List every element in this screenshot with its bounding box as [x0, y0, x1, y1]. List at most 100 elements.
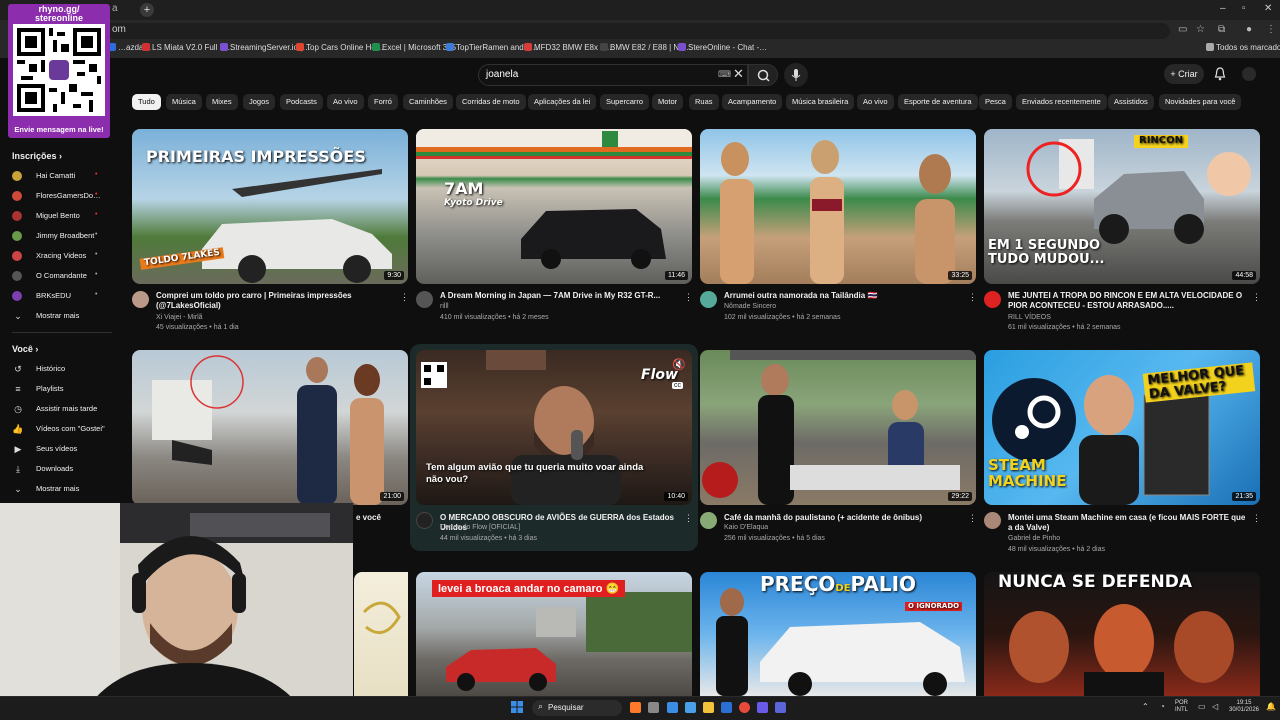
video-title[interactable]: A Dream Morning in Japan — 7AM Drive in …	[440, 291, 680, 301]
wifi-icon[interactable]: ◔	[1160, 703, 1165, 711]
video-thumbnail[interactable]: 21:00	[132, 350, 408, 505]
video-thumbnail[interactable]: NUNCA SE DEFENDA	[984, 572, 1260, 696]
search-box[interactable]	[478, 64, 748, 86]
tab-title-fragment[interactable]: a	[112, 3, 118, 14]
video-title[interactable]: Comprei um toldo pro carro | Primeiras i…	[156, 291, 396, 311]
chip[interactable]: Enviados recentemente	[1016, 94, 1107, 110]
search-input[interactable]: joanela	[486, 69, 518, 80]
chip[interactable]: Assistidos	[1108, 94, 1154, 110]
video-title[interactable]: Montei uma Steam Machine em casa (e fico…	[1008, 513, 1248, 533]
profile-icon[interactable]: ●	[1246, 24, 1252, 35]
video-thumbnail[interactable]: PREÇODEPALIO O IGNORADO	[700, 572, 976, 696]
chip[interactable]: Novidades para você	[1159, 94, 1242, 110]
you-heading[interactable]: Você ›	[12, 344, 38, 354]
clear-search-icon[interactable]: ✕	[733, 66, 744, 82]
video-thumbnail[interactable]: 7AM Kyoto Drive 11:46	[416, 129, 692, 284]
store-icon[interactable]	[721, 702, 732, 713]
keyboard-icon[interactable]: ⌨	[718, 69, 731, 80]
close-window-button[interactable]: ✕	[1264, 3, 1272, 14]
chip[interactable]: Aplicações da lei	[528, 94, 597, 110]
chip[interactable]: Pesca	[979, 94, 1012, 110]
widget-icon[interactable]	[630, 702, 641, 713]
star-icon[interactable]: ☆	[1196, 24, 1205, 35]
chip[interactable]: Supercarro	[600, 94, 650, 110]
chip[interactable]: Ao vivo	[857, 94, 894, 110]
chip[interactable]: Música brasileira	[786, 94, 855, 110]
channel-avatar[interactable]	[700, 291, 717, 308]
discord-icon[interactable]	[757, 702, 768, 713]
cast-icon[interactable]: ▭	[1178, 24, 1187, 35]
create-button[interactable]: + Criar	[1164, 64, 1204, 84]
app-icon[interactable]	[775, 702, 786, 713]
video-thumbnail[interactable]: RINCON EM 1 SEGUNDO TUDO MUDOU... 44:58	[984, 129, 1260, 284]
channel-avatar[interactable]	[984, 512, 1001, 529]
new-tab-button[interactable]: +	[140, 3, 154, 17]
channel-avatar[interactable]	[416, 291, 433, 308]
keyboard-language[interactable]: POR INTL	[1175, 700, 1188, 714]
video-thumbnail[interactable]	[354, 572, 408, 696]
search-button[interactable]	[748, 64, 778, 86]
channel-name[interactable]: RILL VÍDEOS	[1008, 314, 1051, 321]
minimize-button[interactable]: –	[1220, 3, 1226, 14]
more-actions-icon[interactable]: ⋮	[1252, 292, 1261, 303]
tray-chevron-icon[interactable]: ⌃	[1142, 703, 1149, 711]
chip[interactable]: Podcasts	[280, 94, 323, 110]
chip[interactable]: Corridas de moto	[456, 94, 526, 110]
channel-name[interactable]: Kaio D'Elaqua	[724, 524, 768, 531]
video-thumbnail[interactable]: 29:22	[700, 350, 976, 505]
task-view-icon[interactable]	[648, 702, 659, 713]
video-thumbnail-preview[interactable]: Tem algum avião que tu queria muito voar…	[416, 350, 692, 505]
bookmark[interactable]: Excel | Microsoft 365	[372, 43, 456, 52]
account-avatar[interactable]	[1242, 67, 1256, 81]
extensions-icon[interactable]: ⧉	[1218, 24, 1225, 35]
channel-name[interactable]: rilll	[440, 303, 449, 310]
channel-avatar[interactable]	[416, 512, 433, 529]
video-thumbnail[interactable]: 33:25	[700, 129, 976, 284]
more-actions-icon[interactable]: ⋮	[684, 292, 693, 303]
browser-menu-icon[interactable]: ⋮	[1266, 24, 1276, 35]
taskbar-search[interactable]: Pesquisar	[532, 700, 622, 716]
more-actions-icon[interactable]: ⋮	[1252, 513, 1261, 524]
more-actions-icon[interactable]: ⋮	[968, 292, 977, 303]
channel-name[interactable]: Xi Viajei - Mirlã	[156, 314, 203, 321]
chip[interactable]: Mixes	[206, 94, 238, 110]
channel-name[interactable]: Gabriel de Pinho	[1008, 535, 1060, 542]
channel-avatar[interactable]	[132, 291, 149, 308]
chip[interactable]: Ao vivo	[327, 94, 364, 110]
mute-icon[interactable]: 🔇	[672, 358, 686, 371]
chip[interactable]: Jogos	[243, 94, 276, 110]
edge-icon[interactable]	[667, 702, 678, 713]
notification-center-icon[interactable]: 🔔	[1266, 703, 1276, 711]
video-title[interactable]: Café da manhã do paulistano (+ acidente …	[724, 513, 964, 523]
more-actions-icon[interactable]: ⋮	[684, 513, 693, 524]
subscriptions-heading[interactable]: Inscrições ›	[12, 151, 62, 161]
file-explorer-icon[interactable]	[703, 702, 714, 713]
voice-search-button[interactable]	[784, 63, 808, 87]
channel-avatar[interactable]	[984, 291, 1001, 308]
chip[interactable]: Acampamento	[722, 94, 783, 110]
chip[interactable]: Forró	[368, 94, 398, 110]
video-thumbnail[interactable]: MELHOR QUE DA VALVE? STEAM MACHINE 21:35	[984, 350, 1260, 505]
network-icon[interactable]: ▭	[1198, 703, 1206, 711]
all-bookmarks[interactable]: Todos os marcadores	[1206, 43, 1280, 52]
chip[interactable]: Caminhões	[403, 94, 453, 110]
more-actions-icon[interactable]: ⋮	[968, 513, 977, 524]
volume-icon[interactable]: ◁	[1212, 703, 1218, 711]
video-thumbnail[interactable]: PRIMEIRAS IMPRESSÕES TOLDO 7LAKES 9:30	[132, 129, 408, 284]
channel-name[interactable]: Cortes do Flow [OFICIAL]	[440, 524, 520, 531]
channel-avatar[interactable]	[700, 512, 717, 529]
chip-tudo[interactable]: Tudo	[132, 94, 161, 110]
video-title[interactable]: ME JUNTEI A TROPA DO RINCON E EM ALTA VE…	[1008, 291, 1248, 311]
notifications-bell-icon[interactable]	[1214, 67, 1226, 84]
chip[interactable]: Música	[166, 94, 202, 110]
more-actions-icon[interactable]: ⋮	[400, 292, 409, 303]
chip[interactable]: Motor	[652, 94, 684, 110]
bookmark[interactable]: StereOnline - Chat -…	[678, 43, 767, 52]
chip[interactable]: Esporte de aventura	[898, 94, 978, 110]
chrome-icon[interactable]	[739, 702, 750, 713]
video-title[interactable]: Arrumei outra namorada na Tailândia 🇹🇭	[724, 291, 964, 301]
captions-icon[interactable]: cc	[672, 382, 683, 389]
video-title-fragment[interactable]: e você	[356, 513, 406, 523]
maximize-button[interactable]: ▫	[1242, 3, 1246, 14]
url-text[interactable]: om	[112, 24, 126, 35]
